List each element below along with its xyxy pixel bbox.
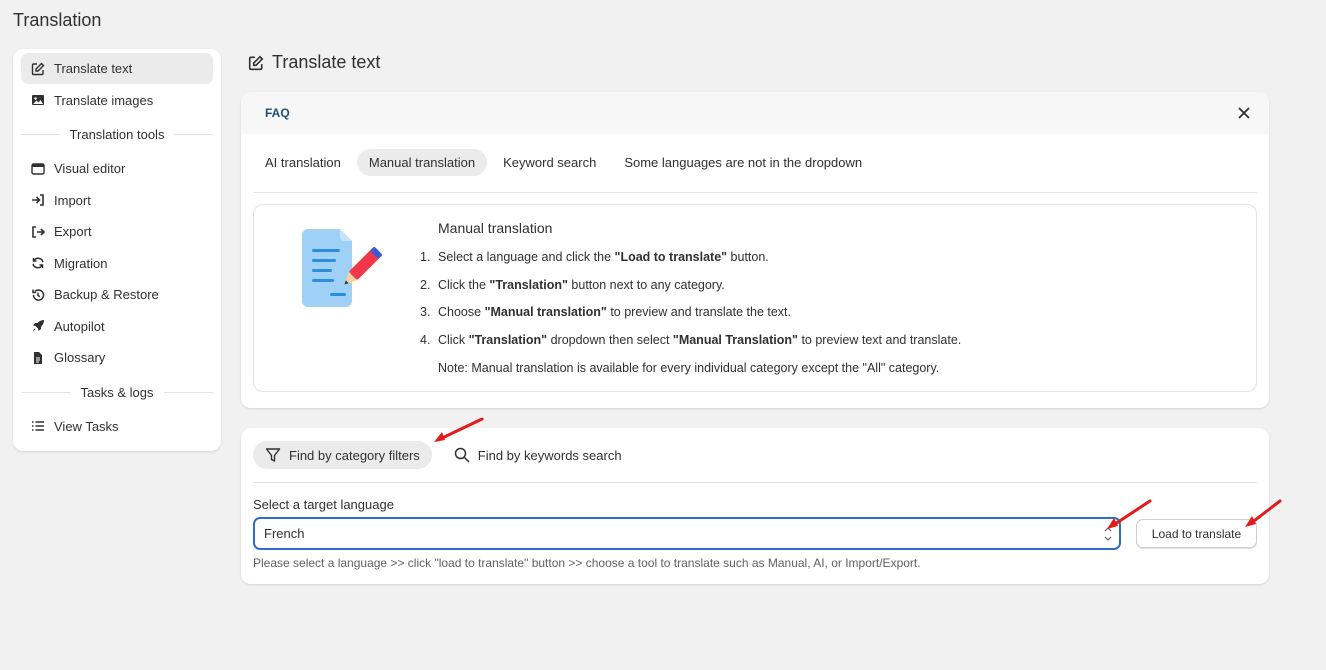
section-tasks-logs: Tasks & logs (21, 374, 214, 411)
sidebar-item-label: Migration (54, 255, 108, 271)
instructions-note: Note: Manual translation is available fo… (438, 361, 940, 375)
filter-tabs: Find by category filters Find by keyword… (253, 440, 1257, 470)
divider (253, 482, 1257, 483)
browser-window-icon (31, 162, 45, 176)
faq-card: FAQ AI translation Manual translation Ke… (241, 92, 1269, 408)
filter-icon (265, 447, 281, 463)
edit-icon (31, 62, 45, 76)
document-pencil-illustration-icon (302, 229, 382, 307)
sidebar-item-migration[interactable]: Migration (21, 248, 213, 279)
annotation-arrow-icon (434, 417, 484, 442)
step-item: 2. Click the "Translation" button next to… (420, 277, 725, 292)
sidebar-item-glossary[interactable]: Glossary (21, 342, 213, 373)
sidebar-item-label: Backup & Restore (54, 287, 159, 302)
manual-translation-instructions: Manual translation 1. Select a language a… (420, 220, 961, 375)
tab-keyword-search[interactable]: Keyword search (491, 149, 608, 176)
list-icon (31, 419, 45, 433)
faq-content-box: Manual translation 1. Select a language a… (253, 204, 1257, 392)
tab-label: Find by keywords search (477, 447, 622, 463)
tab-category-filters[interactable]: Find by category filters (253, 441, 432, 469)
instructions-heading: Manual translation (438, 220, 553, 236)
section-translation-tools: Translation tools (21, 116, 213, 153)
faq-title: FAQ (265, 106, 290, 120)
page-title: Translate text (248, 52, 380, 73)
sidebar-item-backup-restore[interactable]: Backup & Restore (21, 279, 213, 310)
edit-icon (248, 55, 264, 71)
close-icon (1238, 107, 1250, 119)
sidebar-item-label: View Tasks (54, 418, 119, 434)
search-icon (454, 447, 470, 463)
close-button[interactable] (1231, 100, 1257, 126)
document-icon (31, 351, 45, 365)
faq-header: FAQ (241, 92, 1269, 134)
selected-language: French (264, 526, 305, 541)
sidebar-item-label: Translate images (54, 92, 154, 108)
step-item: 3. Choose "Manual translation" to preview… (420, 305, 791, 319)
section-label: Translation tools (69, 127, 165, 142)
target-language-label: Select a target language (253, 497, 394, 512)
step-item: 4. Click "Translation" dropdown then sele… (420, 332, 962, 347)
tab-label: Find by category filters (289, 447, 420, 463)
sidebar: Translate text Translate images Translat… (13, 49, 221, 451)
sidebar-item-translate-images[interactable]: Translate images (21, 85, 213, 116)
rocket-icon (31, 319, 45, 333)
history-icon (31, 288, 45, 302)
sidebar-item-autopilot[interactable]: Autopilot (21, 311, 213, 342)
tab-missing-languages[interactable]: Some languages are not in the dropdown (612, 149, 874, 176)
sidebar-item-label: Glossary (54, 350, 106, 365)
sidebar-item-import[interactable]: Import (21, 185, 213, 216)
import-icon (31, 193, 45, 207)
steps-list: 1. Select a language and click the "Load … (420, 250, 961, 360)
export-icon (31, 225, 45, 239)
tab-ai-translation[interactable]: AI translation (253, 149, 353, 176)
sidebar-item-label: Autopilot (54, 318, 105, 334)
sidebar-item-label: Translate text (54, 61, 133, 76)
tab-manual-translation[interactable]: Manual translation (356, 148, 488, 176)
sidebar-item-export[interactable]: Export (21, 216, 213, 247)
image-icon (31, 93, 45, 107)
sidebar-item-label: Export (54, 224, 92, 239)
sidebar-item-view-tasks[interactable]: View Tasks (21, 411, 213, 442)
section-label: Tasks & logs (80, 384, 154, 400)
sidebar-item-translate-text[interactable]: Translate text (21, 53, 213, 84)
page-title-text: Translate text (272, 52, 381, 72)
refresh-icon (31, 256, 45, 270)
help-text: Please select a language >> click "load … (253, 556, 921, 570)
annotation-arrow-icon (1107, 499, 1152, 529)
sidebar-item-visual-editor[interactable]: Visual editor (21, 153, 213, 184)
target-language-select[interactable]: French (253, 517, 1121, 550)
sidebar-item-label: Import (54, 192, 91, 208)
step-item: 1. Select a language and click the "Load … (420, 250, 769, 264)
annotation-arrow-icon (1245, 499, 1282, 527)
app-title: Translation (13, 10, 102, 30)
load-to-translate-button[interactable]: Load to translate (1136, 519, 1257, 548)
faq-tabs: AI translation Manual translation Keywor… (253, 144, 1257, 193)
sidebar-item-label: Visual editor (54, 161, 126, 176)
